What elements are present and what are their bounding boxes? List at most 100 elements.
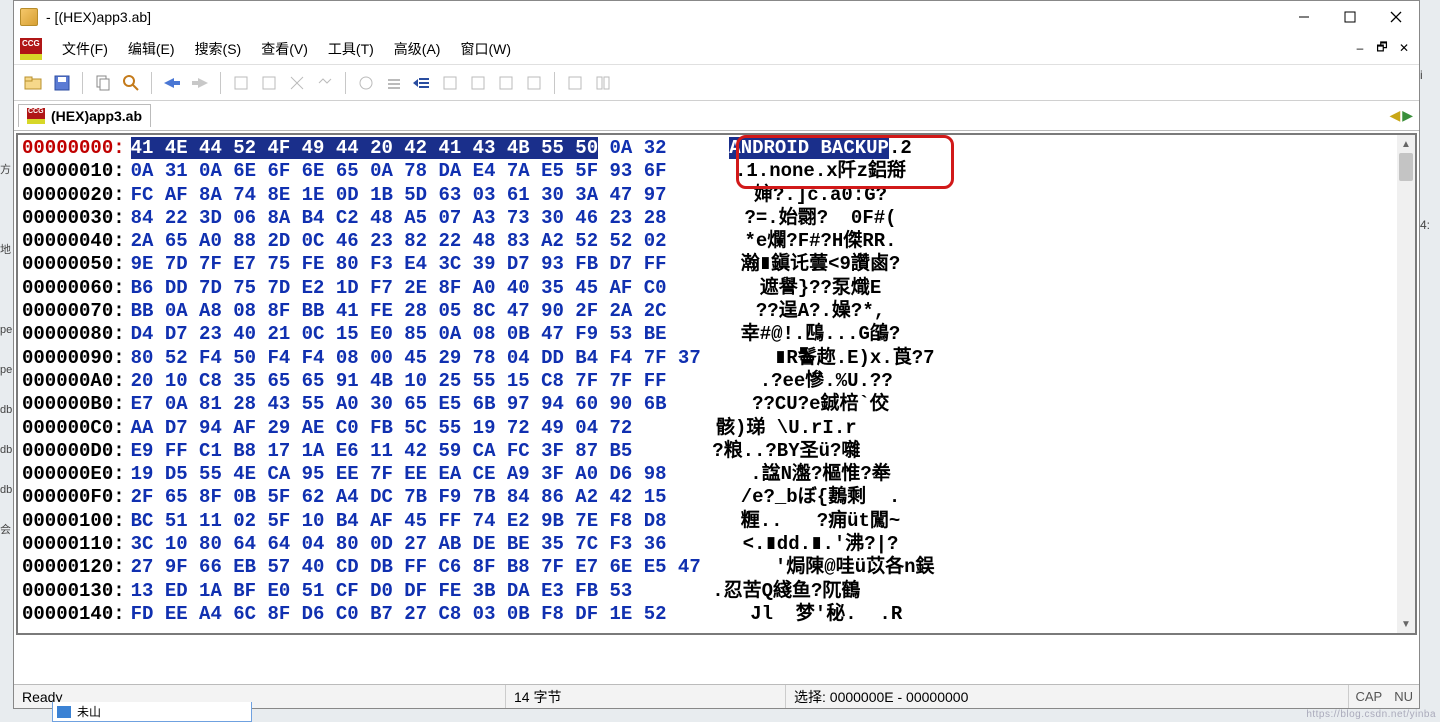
tool-d-icon[interactable] <box>313 71 337 95</box>
hex-ascii[interactable]: 骸)珶 \U.rI.r <box>676 417 896 440</box>
back-icon[interactable] <box>160 71 184 95</box>
hex-bytes[interactable]: 20 10 C8 35 65 65 91 4B 10 25 55 15 C8 7… <box>131 370 667 393</box>
hex-bytes[interactable]: E7 0A 81 28 43 55 A0 30 65 E5 6B 97 94 6… <box>131 393 667 416</box>
minimize-button[interactable] <box>1281 1 1327 33</box>
tool-j-icon[interactable] <box>522 71 546 95</box>
hex-ascii[interactable]: 糎.. ?痈üt闖~ <box>711 510 931 533</box>
app-menu-icon[interactable] <box>20 38 42 60</box>
scrollbar-vertical[interactable]: ▲ ▼ <box>1397 135 1415 633</box>
tool-f-icon[interactable] <box>382 71 406 95</box>
mdi-restore-button[interactable]: 🗗 <box>1373 39 1391 57</box>
hex-row[interactable]: 00000000:41 4E 44 52 4F 49 44 20 42 41 4… <box>22 137 1411 160</box>
hex-ascii[interactable]: ??逞A?.嬠?*, <box>711 300 931 323</box>
hex-bytes[interactable]: 19 D5 55 4E CA 95 EE 7F EE EA CE A9 3F A… <box>131 463 667 486</box>
hex-bytes[interactable]: BB 0A A8 08 8F BB 41 FE 28 05 8C 47 90 2… <box>131 300 667 323</box>
tool-i-icon[interactable] <box>494 71 518 95</box>
tool-l-icon[interactable] <box>591 71 615 95</box>
hex-row[interactable]: 00000030:84 22 3D 06 8A B4 C2 48 A5 07 A… <box>22 207 1411 230</box>
hex-bytes[interactable]: E9 FF C1 B8 17 1A E6 11 42 59 CA FC 3F 8… <box>131 440 633 463</box>
hex-editor[interactable]: 00000000:41 4E 44 52 4F 49 44 20 42 41 4… <box>16 133 1417 635</box>
maximize-button[interactable] <box>1327 1 1373 33</box>
menu-view[interactable]: 查看(V) <box>251 35 318 63</box>
menu-edit[interactable]: 编辑(E) <box>118 35 185 63</box>
hex-bytes[interactable]: BC 51 11 02 5F 10 B4 AF 45 FF 74 E2 9B 7… <box>131 510 667 533</box>
hex-row[interactable]: 00000140:FD EE A4 6C 8F D6 C0 B7 27 C8 0… <box>22 603 1411 626</box>
menu-file[interactable]: 文件(F) <box>52 35 118 63</box>
hex-ascii[interactable]: 婶?.]c.a0:G? <box>711 184 931 207</box>
titlebar[interactable]: - [(HEX)app3.ab] <box>14 1 1419 33</box>
tool-a-icon[interactable] <box>229 71 253 95</box>
hex-ascii[interactable]: 幸#@!.鴄...G鵮? <box>711 323 931 346</box>
mdi-close-button[interactable]: ✕ <box>1395 39 1413 57</box>
hex-ascii[interactable]: ??CU?e鋮棓`佼 <box>711 393 931 416</box>
hex-row[interactable]: 000000E0:19 D5 55 4E CA 95 EE 7F EE EA C… <box>22 463 1411 486</box>
indent-icon[interactable] <box>410 71 434 95</box>
hex-row[interactable]: 000000A0:20 10 C8 35 65 65 91 4B 10 25 5… <box>22 370 1411 393</box>
hex-ascii[interactable]: Jl 梦'秘. .R <box>711 603 931 626</box>
desktop-item[interactable]: 未山 <box>52 702 252 722</box>
hex-ascii[interactable]: ?=.始翾? 0F#( <box>711 207 931 230</box>
menu-window[interactable]: 窗口(W) <box>450 35 521 63</box>
hex-bytes[interactable]: 80 52 F4 50 F4 F4 08 00 45 29 78 04 DD B… <box>131 347 701 370</box>
menu-tools[interactable]: 工具(T) <box>318 35 384 63</box>
hex-row[interactable]: 00000040:2A 65 A0 88 2D 0C 46 23 82 22 4… <box>22 230 1411 253</box>
tool-c-icon[interactable] <box>285 71 309 95</box>
hex-bytes[interactable]: 27 9F 66 EB 57 40 CD DB FF C6 8F B8 7F E… <box>131 556 701 579</box>
hex-bytes[interactable]: 84 22 3D 06 8A B4 C2 48 A5 07 A3 73 30 4… <box>131 207 667 230</box>
hex-row[interactable]: 00000050:9E 7D 7F E7 75 FE 80 F3 E4 3C 3… <box>22 253 1411 276</box>
tool-b-icon[interactable] <box>257 71 281 95</box>
hex-ascii[interactable]: /e?_bぼ{鶈剩 . <box>711 486 931 509</box>
hex-row[interactable]: 00000110:3C 10 80 64 64 04 80 0D 27 AB D… <box>22 533 1411 556</box>
hex-ascii[interactable]: ANDROID BACKUP.2 <box>711 137 931 160</box>
hex-bytes[interactable]: 2F 65 8F 0B 5F 62 A4 DC 7B F9 7B 84 86 A… <box>131 486 667 509</box>
document-tab[interactable]: (HEX)app3.ab <box>18 104 151 127</box>
hex-row[interactable]: 00000060:B6 DD 7D 75 7D E2 1D F7 2E 8F A… <box>22 277 1411 300</box>
forward-icon[interactable] <box>188 71 212 95</box>
hex-ascii[interactable]: ?粮..?BY圣ü?囃 <box>676 440 896 463</box>
hex-bytes[interactable]: 2A 65 A0 88 2D 0C 46 23 82 22 48 83 A2 5… <box>131 230 667 253</box>
hex-bytes[interactable]: 9E 7D 7F E7 75 FE 80 F3 E4 3C 39 D7 93 F… <box>131 253 667 276</box>
find-icon[interactable] <box>119 71 143 95</box>
hex-row[interactable]: 00000020:FC AF 8A 74 8E 1E 0D 1B 5D 63 0… <box>22 184 1411 207</box>
hex-row[interactable]: 00000070:BB 0A A8 08 8F BB 41 FE 28 05 8… <box>22 300 1411 323</box>
hex-bytes[interactable]: 0A 31 0A 6E 6F 6E 65 0A 78 DA E4 7A E5 5… <box>131 160 667 183</box>
hex-row[interactable]: 00000080:D4 D7 23 40 21 0C 15 E0 85 0A 0… <box>22 323 1411 346</box>
hex-bytes[interactable]: FC AF 8A 74 8E 1E 0D 1B 5D 63 03 61 30 3… <box>131 184 667 207</box>
hex-bytes[interactable]: FD EE A4 6C 8F D6 C0 B7 27 C8 03 0B F8 D… <box>131 603 667 626</box>
hex-row[interactable]: 000000D0:E9 FF C1 B8 17 1A E6 11 42 59 C… <box>22 440 1411 463</box>
hex-ascii[interactable]: 遮譽}??泵熾E <box>711 277 931 300</box>
mdi-minimize-button[interactable]: – <box>1351 39 1369 57</box>
menu-adv[interactable]: 高级(A) <box>384 35 451 63</box>
hex-ascii[interactable]: *e爛?F#?H傑RR. <box>711 230 931 253</box>
hex-ascii[interactable]: ∎R鬠趂.E)x.莨?7 <box>745 347 965 370</box>
hex-ascii[interactable]: '焗陳@哇ü苡各n鋘 <box>745 556 965 579</box>
menu-search[interactable]: 搜索(S) <box>185 35 252 63</box>
hex-ascii[interactable]: .1.none.x阡z鋁搿 <box>711 160 931 183</box>
close-button[interactable] <box>1373 1 1419 33</box>
copy-icon[interactable] <box>91 71 115 95</box>
scroll-up-icon[interactable]: ▲ <box>1397 135 1415 153</box>
hex-ascii[interactable]: .?ee慘.%U.?? <box>711 370 931 393</box>
tool-g-icon[interactable] <box>438 71 462 95</box>
tool-k-icon[interactable] <box>563 71 587 95</box>
hex-ascii[interactable]: 瀚∎鎭讬蕓<9讚鹵? <box>711 253 931 276</box>
hex-ascii[interactable]: .諡N瀊?樞惟?牶 <box>711 463 931 486</box>
tool-e-icon[interactable] <box>354 71 378 95</box>
hex-row[interactable]: 000000F0:2F 65 8F 0B 5F 62 A4 DC 7B F9 7… <box>22 486 1411 509</box>
hex-ascii[interactable]: .忍苦Q綫鱼?阢鶴 <box>676 580 896 603</box>
hex-bytes[interactable]: B6 DD 7D 75 7D E2 1D F7 2E 8F A0 40 35 4… <box>131 277 667 300</box>
hex-bytes[interactable]: 13 ED 1A BF E0 51 CF D0 DF FE 3B DA E3 F… <box>131 580 633 603</box>
hex-row[interactable]: 00000010:0A 31 0A 6E 6F 6E 65 0A 78 DA E… <box>22 160 1411 183</box>
hex-row[interactable]: 000000C0:AA D7 94 AF 29 AE C0 FB 5C 55 1… <box>22 417 1411 440</box>
hex-bytes[interactable]: 41 4E 44 52 4F 49 44 20 42 41 43 4B 55 5… <box>131 137 667 160</box>
hex-bytes[interactable]: AA D7 94 AF 29 AE C0 FB 5C 55 19 72 49 0… <box>131 417 633 440</box>
hex-row[interactable]: 00000090:80 52 F4 50 F4 F4 08 00 45 29 7… <box>22 347 1411 370</box>
hex-bytes[interactable]: D4 D7 23 40 21 0C 15 E0 85 0A 08 0B 47 F… <box>131 323 667 346</box>
hex-row[interactable]: 000000B0:E7 0A 81 28 43 55 A0 30 65 E5 6… <box>22 393 1411 416</box>
scrollbar-thumb[interactable] <box>1399 153 1413 181</box>
hex-ascii[interactable]: <.∎dd.∎.'沸?|? <box>711 533 931 556</box>
hex-row[interactable]: 00000100:BC 51 11 02 5F 10 B4 AF 45 FF 7… <box>22 510 1411 533</box>
tool-h-icon[interactable] <box>466 71 490 95</box>
hex-row[interactable]: 00000130:13 ED 1A BF E0 51 CF D0 DF FE 3… <box>22 580 1411 603</box>
open-icon[interactable] <box>22 71 46 95</box>
